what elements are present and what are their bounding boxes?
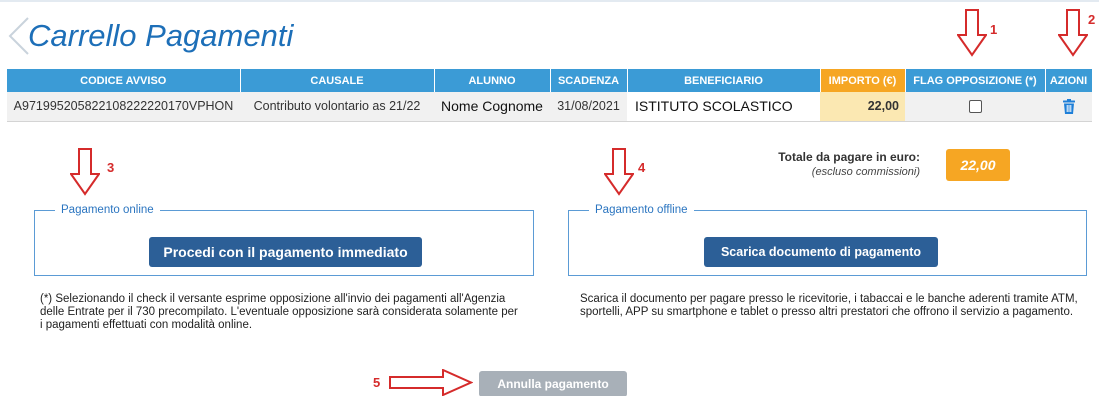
column-header: IMPORTO (€) bbox=[820, 69, 906, 92]
column-header: SCADENZA bbox=[550, 69, 628, 92]
marker-1: 1 bbox=[990, 22, 998, 37]
annulla-pagamento-button[interactable]: Annulla pagamento bbox=[479, 371, 627, 396]
totale-sublabel: (escluso commissioni) bbox=[811, 166, 920, 178]
arrow-down-icon bbox=[604, 148, 634, 196]
table-row: A971995205822108222220170VPHON Contribut… bbox=[7, 92, 1092, 122]
opposizione-note: (*) Selezionando il check il versante es… bbox=[40, 293, 518, 331]
totale-label: Totale da pagare in euro: bbox=[778, 150, 920, 164]
marker-4: 4 bbox=[638, 160, 646, 175]
pagamento-offline-legend: Pagamento offline bbox=[595, 204, 688, 216]
importo-cell: 22,00 bbox=[820, 92, 905, 122]
top-rule bbox=[0, 0, 1099, 2]
table-header-row: CODICE AVVISO CAUSALE ALUNNO SCADENZA BE… bbox=[7, 69, 1093, 92]
column-header: CAUSALE bbox=[240, 69, 435, 92]
causale-cell: Contributo volontario as 21/22 bbox=[240, 92, 434, 122]
arrow-right-icon bbox=[389, 369, 473, 396]
azioni-cell bbox=[1045, 92, 1092, 122]
flag-opposizione-checkbox[interactable] bbox=[968, 100, 982, 114]
scarica-documento-button[interactable]: Scarica documento di pagamento bbox=[704, 237, 938, 267]
pagamento-offline-panel: Pagamento offline Scarica documento di p… bbox=[568, 204, 1087, 276]
column-header: FLAG OPPOSIZIONE (*) bbox=[905, 69, 1046, 92]
procedi-pagamento-button[interactable]: Procedi con il pagamento immediato bbox=[149, 237, 422, 267]
alunno-cell: Nome Cognome bbox=[434, 92, 550, 122]
scadenza-cell: 31/08/2021 bbox=[550, 92, 627, 122]
beneficiario-cell: ISTITUTO SCOLASTICO bbox=[627, 92, 820, 122]
marker-2: 2 bbox=[1088, 12, 1096, 27]
arrow-down-icon bbox=[70, 148, 100, 196]
column-header: CODICE AVVISO bbox=[7, 69, 241, 92]
pagamento-online-panel: Pagamento online Procedi con il pagament… bbox=[34, 204, 534, 276]
offline-note: Scarica il documento per pagare presso l… bbox=[580, 293, 1078, 318]
marker-5: 5 bbox=[373, 375, 381, 390]
page-title: Carrello Pagamenti bbox=[28, 18, 294, 53]
flag-opposizione-cell bbox=[905, 92, 1045, 122]
column-header: BENEFICIARIO bbox=[627, 69, 821, 92]
arrow-down-icon bbox=[957, 9, 987, 57]
marker-3: 3 bbox=[107, 160, 115, 175]
cart-table: CODICE AVVISO CAUSALE ALUNNO SCADENZA BE… bbox=[7, 69, 1093, 122]
column-header: AZIONI bbox=[1045, 69, 1093, 92]
pagamento-online-legend: Pagamento online bbox=[61, 204, 154, 216]
arrow-down-icon bbox=[1058, 9, 1088, 57]
codice-avviso-cell: A971995205822108222220170VPHON bbox=[7, 92, 240, 122]
totale-amount: 22,00 bbox=[946, 149, 1010, 181]
totale-label-group: Totale da pagare in euro: (escluso commi… bbox=[720, 150, 920, 178]
column-header: ALUNNO bbox=[434, 69, 551, 92]
trash-icon[interactable] bbox=[1062, 98, 1075, 114]
